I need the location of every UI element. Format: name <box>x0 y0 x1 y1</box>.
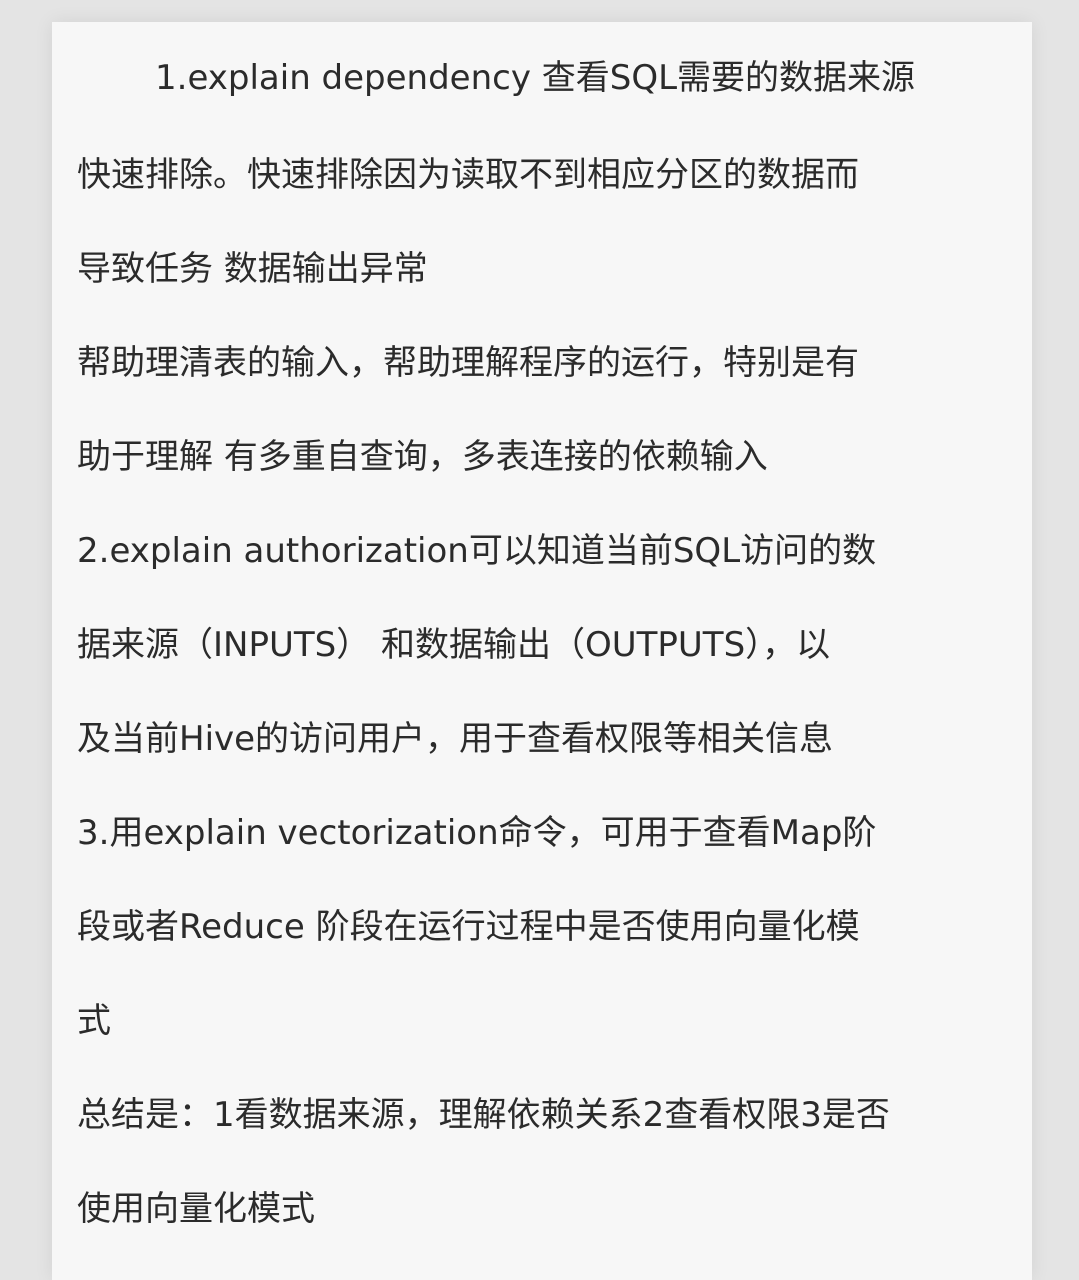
text-line-1: 1.explain dependency 查看SQL需要的数据来源 <box>155 58 916 98</box>
text-line-6: 2.explain authorization可以知道当前SQL访问的数 <box>77 531 877 571</box>
text-line-13: 使用向量化模式 <box>77 1189 315 1229</box>
text-line-8: 及当前Hive的访问用户，用于查看权限等相关信息 <box>77 719 834 759</box>
text-line-9: 3.用explain vectorization命令，可用于查看Map阶 <box>77 813 877 853</box>
text-line-11: 式 <box>77 1001 111 1041</box>
text-line-10: 段或者Reduce 阶段在运行过程中是否使用向量化模 <box>77 907 860 947</box>
text-line-12: 总结是：1看数据来源，理解依赖关系2查看权限3是否 <box>77 1095 890 1135</box>
text-line-2: 快速排除。快速排除因为读取不到相应分区的数据而 <box>77 155 859 195</box>
text-line-3: 导致任务 数据输出异常 <box>77 249 428 289</box>
text-line-4: 帮助理清表的输入，帮助理解程序的运行，特别是有 <box>77 343 859 383</box>
text-line-7: 据来源（INPUTS） 和数据输出（OUTPUTS），以 <box>77 625 831 665</box>
text-line-5: 助于理解 有多重自查询，多表连接的依赖输入 <box>77 437 768 477</box>
